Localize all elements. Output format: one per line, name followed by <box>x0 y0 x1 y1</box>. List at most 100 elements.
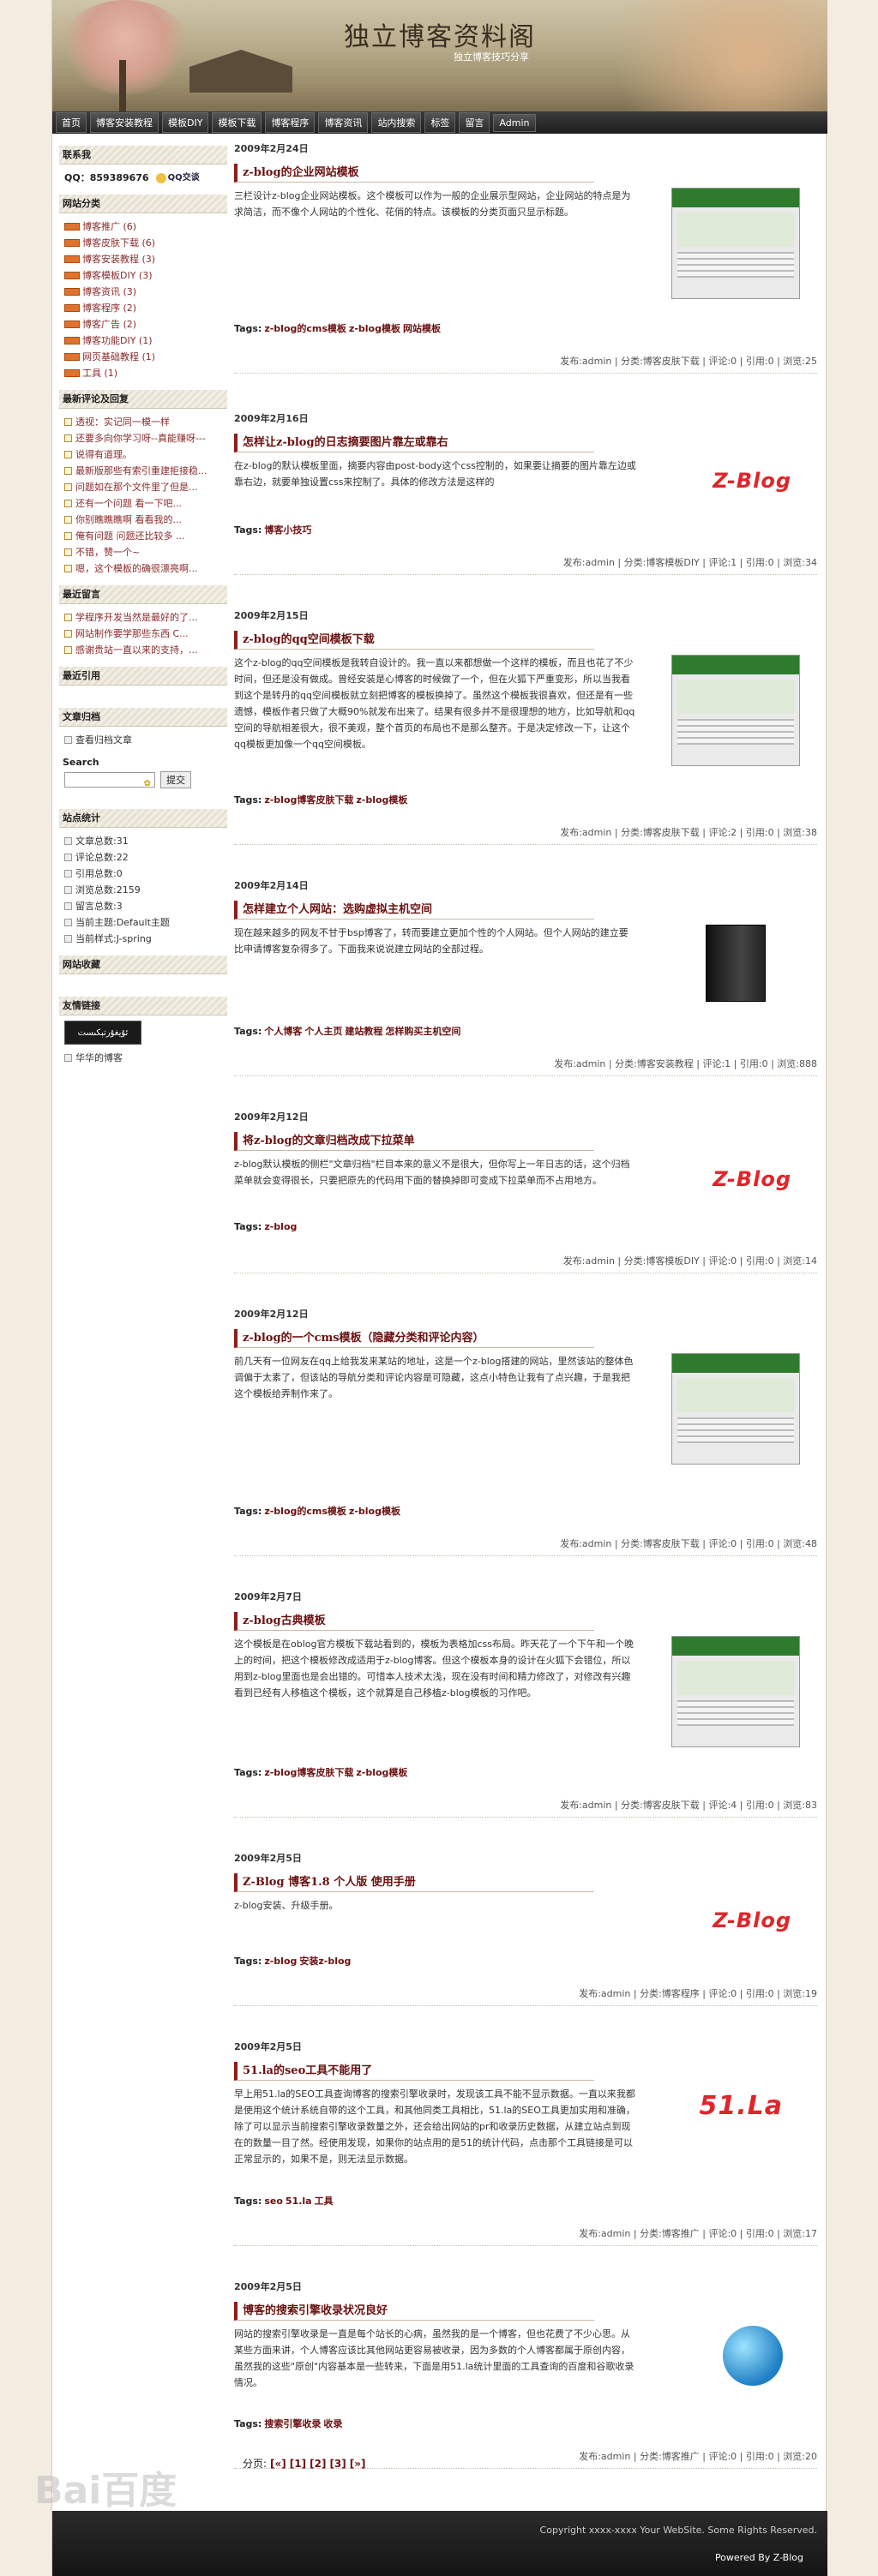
comment-item[interactable]: 嗯，这个模板的确很漂亮啊... <box>64 560 227 577</box>
tag-link[interactable]: z-blog模板 <box>356 1767 407 1778</box>
post-meta[interactable]: 发布:admin | 分类:博客皮肤下载 | 评论:4 | 引用:0 | 浏览:… <box>560 1798 817 1812</box>
feed-icon[interactable] <box>64 272 80 279</box>
category-item[interactable]: 工具 (1) <box>64 365 227 381</box>
comment-text[interactable]: 还要多向你学习呀--真能赚呀--- <box>75 430 206 446</box>
friend-link[interactable]: 华华的博客 <box>64 1050 227 1066</box>
qq-chat-button[interactable]: QQ交谈 <box>155 170 200 186</box>
feed-icon[interactable] <box>64 321 80 328</box>
feed-icon[interactable] <box>64 353 80 361</box>
post-meta[interactable]: 发布:admin | 分类:博客模板DIY | 评论:0 | 引用:0 | 浏览… <box>563 1254 817 1267</box>
comment-item[interactable]: 还有一个问题 看一下吧... <box>64 495 227 512</box>
nav-item-tags[interactable]: 标签 <box>424 112 456 133</box>
category-label[interactable]: 博客皮肤下载 (6) <box>82 235 155 251</box>
comment-text[interactable]: 还有一个问题 看一下吧... <box>75 495 182 512</box>
post-thumbnail[interactable] <box>671 1353 800 1465</box>
category-label[interactable]: 博客资讯 (3) <box>82 284 136 300</box>
tag-link[interactable]: 怎样购买主机空间 <box>385 1026 460 1037</box>
nav-item-admin[interactable]: Admin <box>493 113 536 132</box>
guestbook-item[interactable]: 感谢贵站一直以来的支持，... <box>64 642 227 658</box>
post-meta[interactable]: 发布:admin | 分类:博客程序 | 评论:0 | 引用:0 | 浏览:19 <box>579 1986 817 2000</box>
post-meta[interactable]: 发布:admin | 分类:博客推广 | 评论:0 | 引用:0 | 浏览:17 <box>579 2226 817 2240</box>
tag-link[interactable]: z-blog博客皮肤下载 <box>264 1767 353 1778</box>
category-label[interactable]: 博客广告 (2) <box>82 316 136 332</box>
pager-first[interactable]: [«] <box>270 2458 286 2470</box>
comment-text[interactable]: 说得有道理。 <box>75 446 132 463</box>
pager-page-2[interactable]: [2] <box>310 2458 326 2470</box>
nav-item-home[interactable]: 首页 <box>56 112 87 133</box>
category-item[interactable]: 博客模板DIY (3) <box>64 267 227 284</box>
nav-item-blog-program[interactable]: 博客程序 <box>265 112 316 133</box>
guestbook-text[interactable]: 学程序开发当然是最好的了... <box>75 609 198 626</box>
guestbook-item[interactable]: 学程序开发当然是最好的了... <box>64 609 227 626</box>
feed-icon[interactable] <box>64 288 80 296</box>
tag-link[interactable]: z-blog <box>264 1221 297 1232</box>
comment-text[interactable]: 问题如在那个文件里了但是... <box>75 479 198 495</box>
pager-page-3[interactable]: [3] <box>329 2458 346 2470</box>
pager-last[interactable]: [»] <box>350 2458 366 2470</box>
post-title[interactable]: Z-Blog 博客1.8 个人版 使用手册 <box>234 1873 594 1892</box>
feed-icon[interactable] <box>64 223 80 231</box>
tag-link[interactable]: 博客小技巧 <box>264 524 311 536</box>
category-label[interactable]: 网页基础教程 (1) <box>82 349 155 365</box>
nav-item-template-diy[interactable]: 模板DIY <box>162 112 209 133</box>
feed-icon[interactable] <box>64 239 80 247</box>
category-item[interactable]: 博客皮肤下载 (6) <box>64 235 227 251</box>
comment-text[interactable]: 俺有问题 问题还比较多 ... <box>75 528 184 544</box>
feed-icon[interactable] <box>64 304 80 312</box>
feed-icon[interactable] <box>64 369 80 377</box>
post-title[interactable]: 怎样建立个人网站：选购虚拟主机空间 <box>234 901 594 920</box>
post-title[interactable]: 将z-blog的文章归档改成下拉菜单 <box>234 1132 594 1151</box>
guestbook-text[interactable]: 感谢贵站一直以来的支持，... <box>75 642 198 658</box>
tag-link[interactable]: 搜索引擎收录 <box>264 2418 321 2429</box>
post-title[interactable]: z-blog古典模板 <box>234 1612 594 1631</box>
post-title[interactable]: z-blog的企业网站模板 <box>234 164 594 183</box>
category-item[interactable]: 博客程序 (2) <box>64 300 227 316</box>
comment-item[interactable]: 透视：实记同一模一样 <box>64 414 227 430</box>
comment-item[interactable]: 问题如在那个文件里了但是... <box>64 479 227 495</box>
post-thumbnail[interactable] <box>671 188 800 299</box>
category-label[interactable]: 博客程序 (2) <box>82 300 136 316</box>
post-thumbnail[interactable] <box>671 1636 800 1747</box>
post-title[interactable]: 怎样让z-blog的日志摘要图片靠左或靠右 <box>234 434 594 452</box>
nav-item-install[interactable]: 博客安装教程 <box>90 112 159 133</box>
category-item[interactable]: 博客推广 (6) <box>64 219 227 235</box>
tag-link[interactable]: z-blog模板 <box>356 794 407 806</box>
post-meta[interactable]: 发布:admin | 分类:博客皮肤下载 | 评论:0 | 引用:0 | 浏览:… <box>560 354 817 368</box>
category-item[interactable]: 博客功能DIY (1) <box>64 332 227 349</box>
tag-link[interactable]: z-blog的cms模板 <box>264 323 346 334</box>
comment-text[interactable]: 不错，赞一个~ <box>75 544 140 560</box>
comment-text[interactable]: 你别瞧瞧瞧啊 看看我的... <box>75 512 182 528</box>
tag-link[interactable]: z-blog模板 <box>349 323 400 334</box>
category-item[interactable]: 博客广告 (2) <box>64 316 227 332</box>
site-title[interactable]: 独立博客资料阁 <box>52 15 827 53</box>
comment-text[interactable]: 嗯，这个模板的确很漂亮啊... <box>75 560 198 577</box>
nav-item-blog-news[interactable]: 博客资讯 <box>318 112 369 133</box>
comment-item[interactable]: 最新版那些有索引重建拒接稳... <box>64 463 227 479</box>
tag-link[interactable]: 51.la <box>286 2196 312 2207</box>
guestbook-item[interactable]: 网站制作要学那些东西 C... <box>64 626 227 642</box>
post-meta[interactable]: 发布:admin | 分类:博客安装教程 | 评论:1 | 引用:0 | 浏览:… <box>554 1057 817 1070</box>
powered-by[interactable]: Powered By Z-Blog <box>715 2552 803 2563</box>
tag-link[interactable]: 工具 <box>315 2196 334 2207</box>
pager-page-1[interactable]: [1] <box>290 2458 306 2470</box>
tag-link[interactable]: 收录 <box>323 2418 342 2429</box>
category-item[interactable]: 网页基础教程 (1) <box>64 349 227 365</box>
category-label[interactable]: 博客推广 (6) <box>82 219 136 235</box>
category-item[interactable]: 博客资讯 (3) <box>64 284 227 300</box>
feed-icon[interactable] <box>64 255 80 263</box>
category-label[interactable]: 工具 (1) <box>82 365 117 381</box>
comment-item[interactable]: 不错，赞一个~ <box>64 544 227 560</box>
comment-text[interactable]: 透视：实记同一模一样 <box>75 414 170 430</box>
nav-item-search[interactable]: 站内搜索 <box>371 112 422 133</box>
tag-link[interactable]: z-blog <box>264 1956 297 1967</box>
category-label[interactable]: 博客功能DIY (1) <box>82 332 153 349</box>
category-item[interactable]: 博客安装教程 (3) <box>64 251 227 267</box>
post-title[interactable]: 51.la的seo工具不能用了 <box>234 2062 594 2081</box>
tag-link[interactable]: 建站教程 <box>345 1026 382 1037</box>
nav-item-template-download[interactable]: 模板下载 <box>212 112 262 133</box>
comment-item[interactable]: 还要多向你学习呀--真能赚呀--- <box>64 430 227 446</box>
nav-item-guestbook[interactable]: 留言 <box>459 112 490 133</box>
archive-link-label[interactable]: 查看归档文章 <box>75 732 132 748</box>
post-title[interactable]: 博客的搜索引擎收录状况良好 <box>234 2302 594 2321</box>
tag-link[interactable]: 个人博客 <box>264 1026 302 1037</box>
